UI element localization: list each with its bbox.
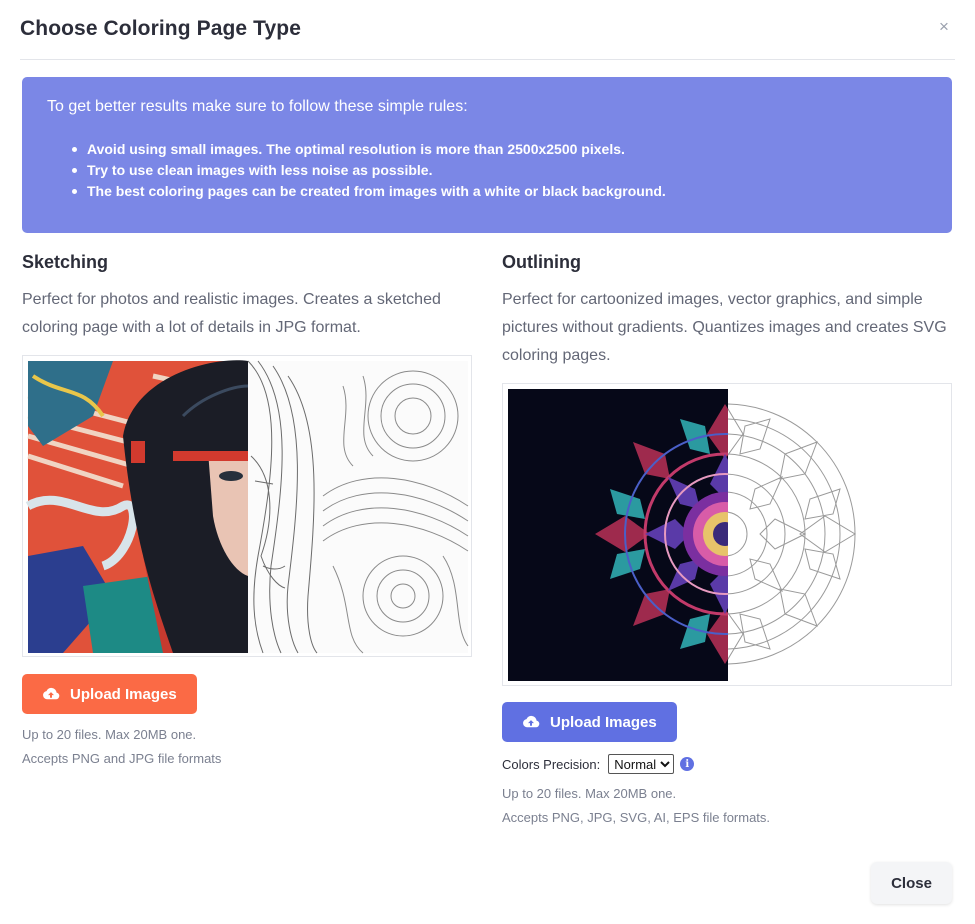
sketching-heading: Sketching [22,252,109,272]
cloud-upload-icon [43,687,60,700]
outlining-upload-button[interactable]: Upload Images [502,702,677,742]
sketching-files-note: Up to 20 files. Max 20MB one. [22,727,197,742]
info-icon[interactable]: i [680,757,695,771]
rule-item: Try to use clean images with less noise … [72,160,666,181]
close-icon[interactable]: × [939,17,949,37]
rule-item: The best coloring pages can be created f… [72,181,666,202]
sketching-description: Perfect for photos and realistic images.… [22,291,441,336]
outlining-files-note: Up to 20 files. Max 20MB one. [502,786,677,801]
close-button[interactable]: Close [871,862,952,904]
sketching-preview-image [22,355,472,657]
rules-intro: To get better results make sure to follo… [47,98,468,115]
sketching-upload-button[interactable]: Upload Images [22,674,197,714]
outlining-formats-note: Accepts PNG, JPG, SVG, AI, EPS file form… [502,810,771,825]
coloring-type-modal: Choose Coloring Page Type × To get bette… [0,0,975,924]
rules-alert: To get better results make sure to follo… [22,77,952,233]
sketching-column: Sketching Perfect for photos and realist… [22,250,472,771]
rule-item: Avoid using small images. The optimal re… [72,139,666,160]
modal-header: Choose Coloring Page Type × [20,14,955,60]
rules-list: Avoid using small images. The optimal re… [72,139,666,202]
outlining-column: Outlining Perfect for cartoonized images… [502,250,952,830]
outlining-upload-label: Upload Images [550,713,657,731]
cloud-upload-icon [523,715,540,728]
colors-precision-row: Colors Precision: Normal i [502,754,952,774]
colors-precision-label: Colors Precision: [502,756,601,772]
sketching-upload-label: Upload Images [70,685,177,703]
outlining-heading: Outlining [502,252,581,272]
outlining-preview-image [502,383,952,686]
outlining-description: Perfect for cartoonized images, vector g… [502,291,947,364]
modal-title: Choose Coloring Page Type [20,17,301,40]
colors-precision-select[interactable]: Normal [608,754,675,774]
sketching-formats-note: Accepts PNG and JPG file formats [22,751,222,766]
